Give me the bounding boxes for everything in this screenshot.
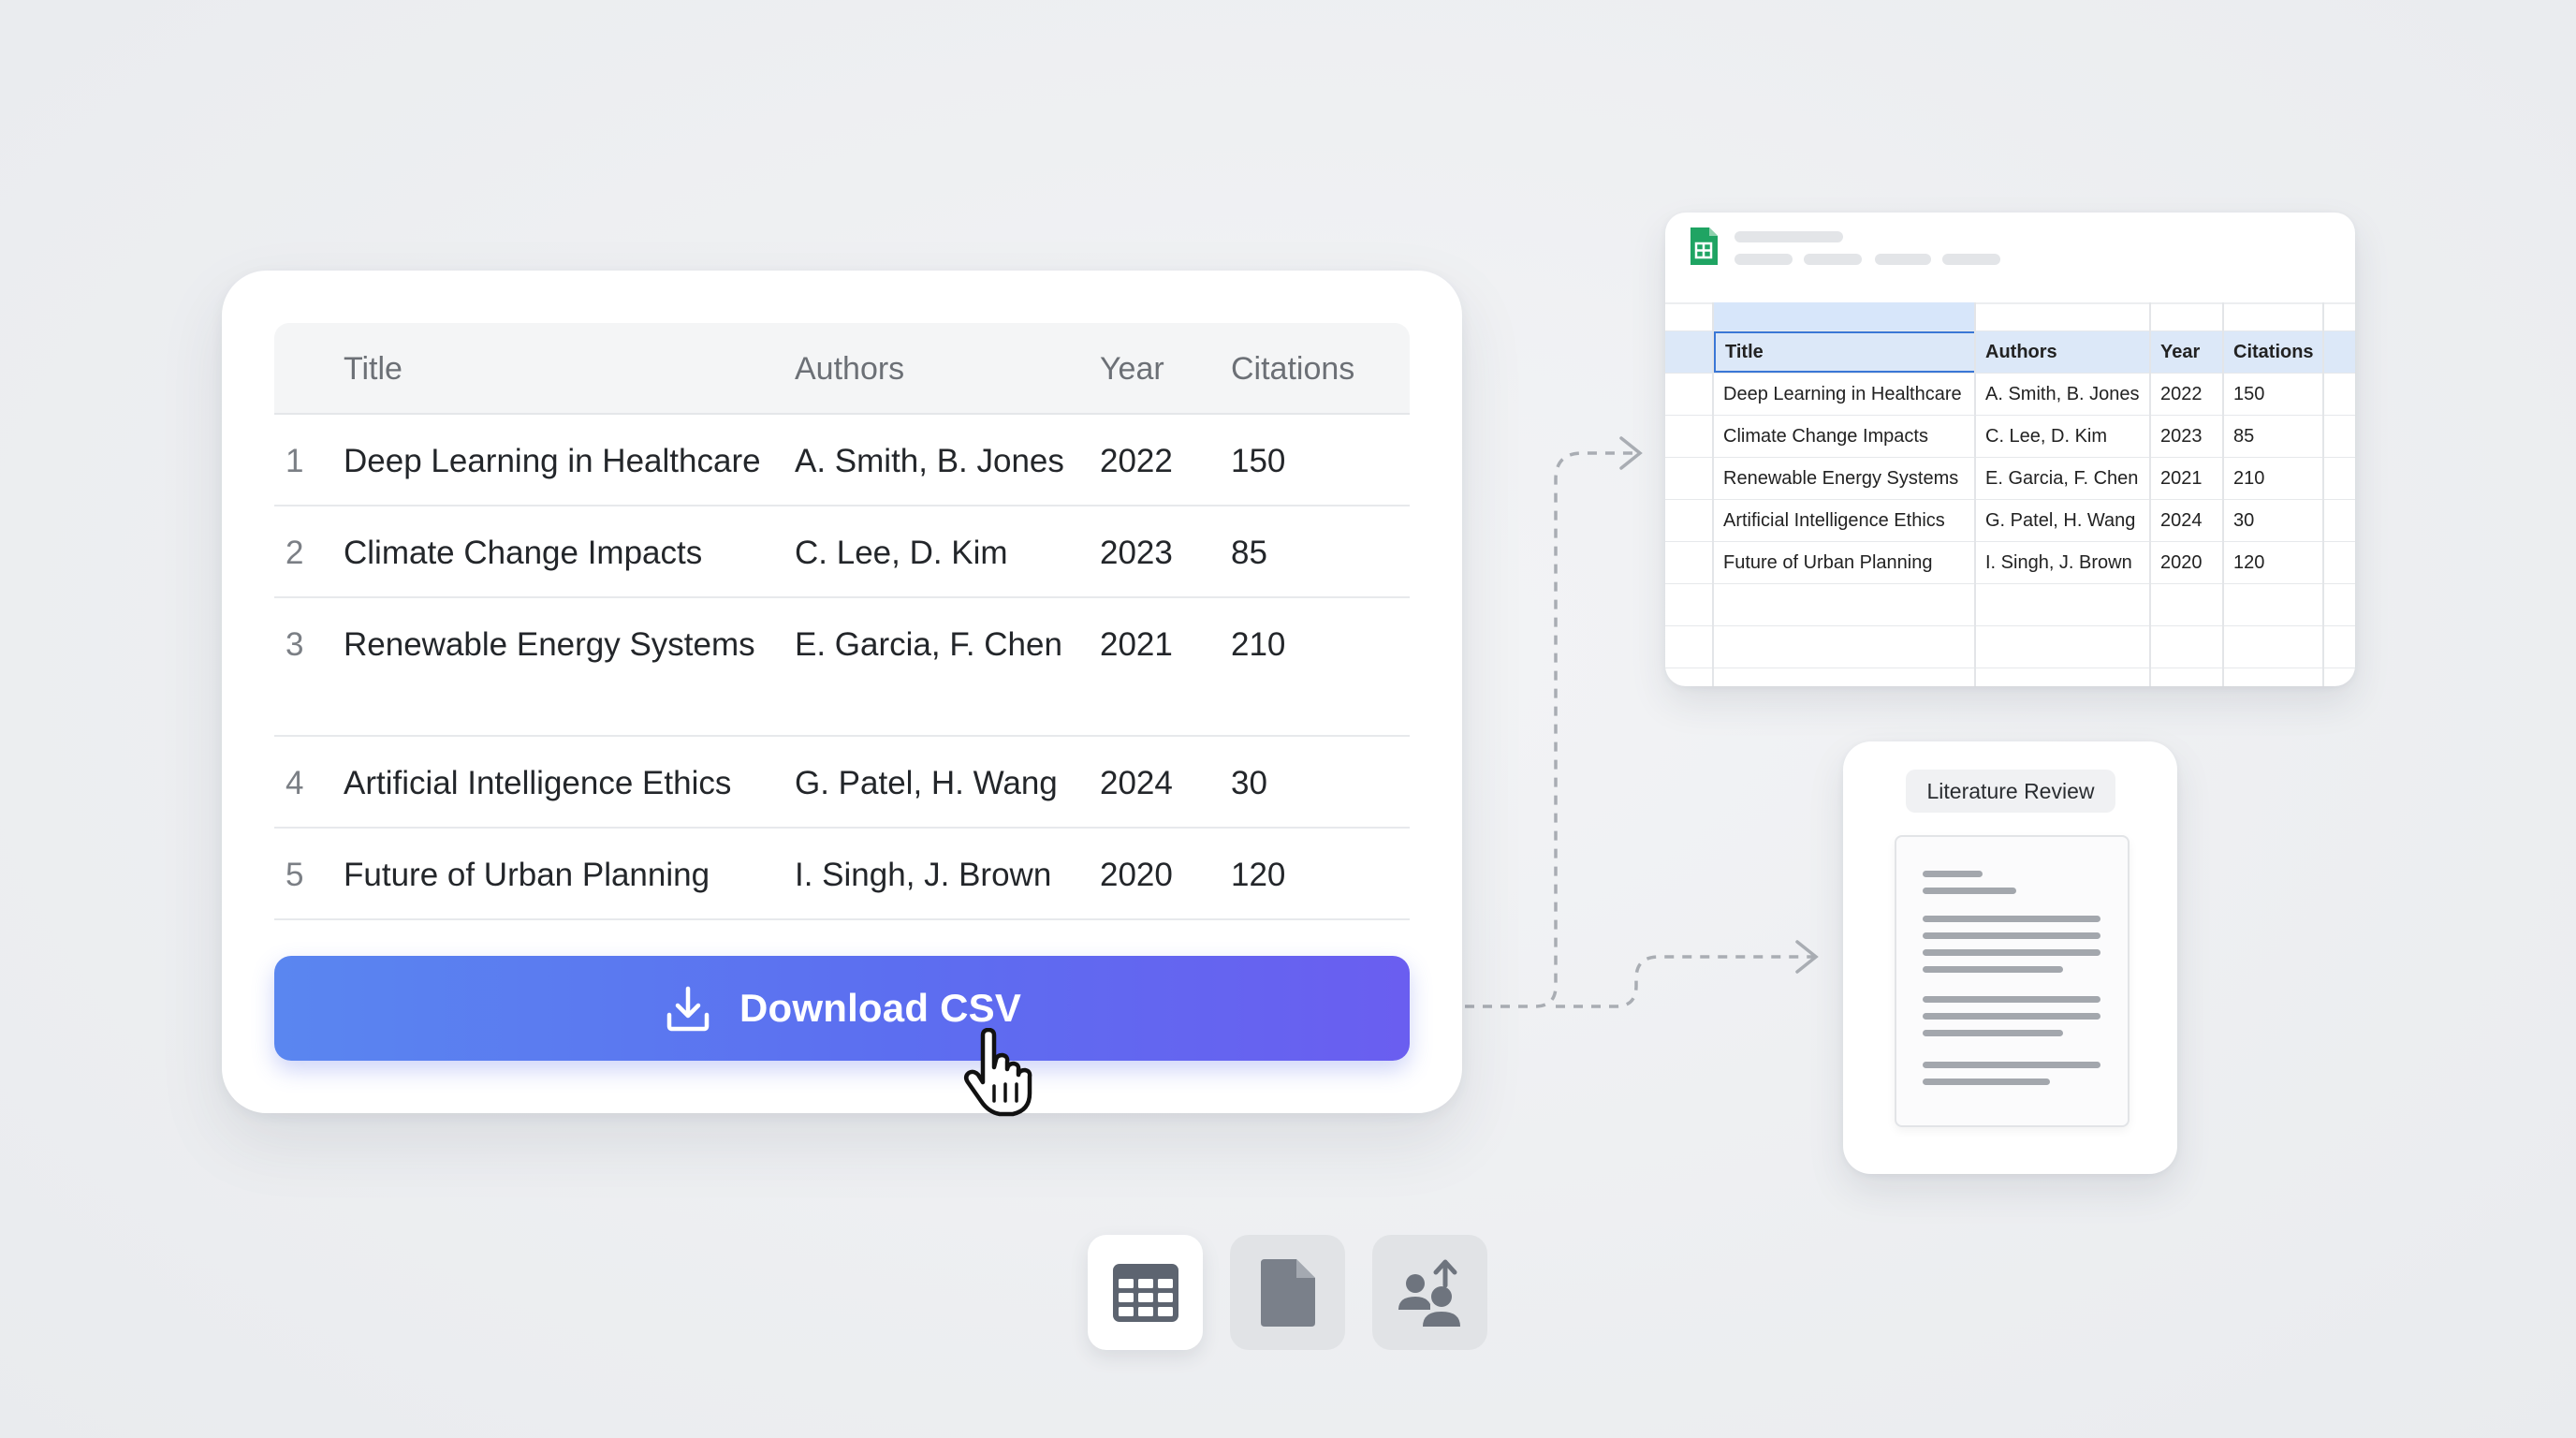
spreadsheet-toolbar [1665, 213, 2355, 304]
spreadsheet-row[interactable] [1665, 584, 2355, 626]
sheet-cell-title[interactable]: Climate Change Impacts [1714, 416, 1928, 457]
download-csv-button[interactable]: Download CSV [274, 956, 1410, 1061]
sheet-cell-title-header[interactable]: Title [1714, 331, 1976, 373]
sheet-cell-authors[interactable]: E. Garcia, F. Chen [1976, 458, 2138, 499]
papers-table-card: Title Authors Year Citations 1 Deep Lear… [222, 271, 1462, 1113]
sheet-cell-citations[interactable]: 210 [2224, 458, 2264, 499]
spreadsheet-row[interactable]: Renewable Energy Systems E. Garcia, F. C… [1665, 458, 2355, 500]
cell-authors: E. Garcia, F. Chen [795, 626, 1062, 663]
table-icon [1112, 1263, 1178, 1322]
sheet-cell-authors[interactable]: C. Lee, D. Kim [1976, 416, 2107, 457]
cell-authors: G. Patel, H. Wang [795, 765, 1058, 801]
table-view-button[interactable] [1088, 1235, 1203, 1350]
literature-review-title: Literature Review [1906, 770, 2115, 813]
sheet-cell-year[interactable]: 2020 [2151, 542, 2203, 583]
cell-citations: 30 [1231, 765, 1267, 801]
spreadsheet-row[interactable]: Future of Urban Planning I. Singh, J. Br… [1665, 542, 2355, 584]
sheet-cell-title[interactable]: Future of Urban Planning [1714, 542, 1932, 583]
spreadsheet-row[interactable] [1665, 626, 2355, 668]
file-icon [1260, 1258, 1315, 1327]
share-button[interactable] [1372, 1235, 1487, 1350]
document-icon [1895, 835, 2130, 1127]
sheet-cell-year[interactable]: 2023 [2151, 416, 2203, 457]
cell-authors: C. Lee, D. Kim [795, 535, 1008, 571]
cell-title: Climate Change Impacts [344, 535, 703, 571]
header-citations[interactable]: Citations [1231, 351, 1354, 388]
spreadsheet-header-row: Title Authors Year Citations [1665, 331, 2355, 374]
sheet-cell-citations[interactable]: 150 [2224, 374, 2264, 415]
spreadsheet-preview[interactable]: Title Authors Year Citations Deep Learni… [1665, 213, 2355, 686]
hand-cursor-icon [964, 1028, 1032, 1117]
sheet-cell-year[interactable]: 2022 [2151, 374, 2203, 415]
spreadsheet-row[interactable]: Deep Learning in Healthcare A. Smith, B.… [1665, 374, 2355, 416]
table-row[interactable]: 5 Future of Urban Planning I. Singh, J. … [274, 829, 1410, 920]
sheet-cell-year[interactable]: 2021 [2151, 458, 2203, 499]
row-number: 2 [285, 535, 304, 571]
table-header: Title Authors Year Citations [274, 323, 1410, 415]
sheet-cell-authors[interactable]: I. Singh, J. Brown [1976, 542, 2132, 583]
sheet-cell-year-header[interactable]: Year [2151, 331, 2200, 373]
header-year[interactable]: Year [1100, 351, 1164, 388]
table-row[interactable]: 4 Artificial Intelligence Ethics G. Pate… [274, 737, 1410, 829]
spreadsheet-row[interactable]: Climate Change Impacts C. Lee, D. Kim 20… [1665, 416, 2355, 458]
row-number: 1 [285, 443, 304, 479]
sheet-cell-citations[interactable]: 120 [2224, 542, 2264, 583]
cell-year: 2020 [1100, 857, 1173, 893]
cell-title: Future of Urban Planning [344, 857, 710, 893]
sheet-cell-authors[interactable]: A. Smith, B. Jones [1976, 374, 2140, 415]
cell-authors: A. Smith, B. Jones [795, 443, 1064, 479]
cell-citations: 210 [1231, 626, 1286, 663]
sheet-cell-citations[interactable]: 30 [2224, 500, 2254, 541]
sheet-cell-citations[interactable]: 85 [2224, 416, 2254, 457]
header-title[interactable]: Title [344, 351, 402, 388]
row-number: 4 [285, 765, 304, 801]
literature-review-card[interactable]: Literature Review [1843, 741, 2177, 1174]
table-row[interactable]: 1 Deep Learning in Healthcare A. Smith, … [274, 415, 1410, 506]
sheet-cell-year[interactable]: 2024 [2151, 500, 2203, 541]
sheet-cell-title[interactable]: Artificial Intelligence Ethics [1714, 500, 1945, 541]
share-user-icon [1398, 1259, 1460, 1327]
cell-citations: 120 [1231, 857, 1286, 893]
cell-citations: 85 [1231, 535, 1267, 571]
sheet-cell-title[interactable]: Deep Learning in Healthcare [1714, 374, 1962, 415]
document-view-button[interactable] [1230, 1235, 1345, 1350]
sheet-cell-citations-header[interactable]: Citations [2224, 331, 2314, 373]
sheet-cell-authors-header[interactable]: Authors [1976, 331, 2057, 373]
row-number: 3 [285, 626, 304, 663]
spreadsheet-row[interactable]: Artificial Intelligence Ethics G. Patel,… [1665, 500, 2355, 542]
papers-table: Title Authors Year Citations 1 Deep Lear… [274, 323, 1410, 920]
cell-year: 2023 [1100, 535, 1173, 571]
download-icon [666, 986, 710, 1032]
cell-title: Deep Learning in Healthcare [344, 443, 761, 479]
spreadsheet-grid: Title Authors Year Citations Deep Learni… [1665, 302, 2355, 668]
sheets-icon [1690, 227, 1718, 265]
sheet-cell-title[interactable]: Renewable Energy Systems [1714, 458, 1958, 499]
header-authors[interactable]: Authors [795, 351, 904, 388]
cell-year: 2021 [1100, 626, 1173, 663]
cell-year: 2022 [1100, 443, 1173, 479]
cell-title: Renewable Energy Systems [344, 626, 755, 663]
cell-year: 2024 [1100, 765, 1173, 801]
table-row[interactable]: 3 Renewable Energy Systems E. Garcia, F.… [274, 598, 1410, 737]
sheet-cell-authors[interactable]: G. Patel, H. Wang [1976, 500, 2135, 541]
cell-title: Artificial Intelligence Ethics [344, 765, 732, 801]
row-number: 5 [285, 857, 304, 893]
cell-citations: 150 [1231, 443, 1286, 479]
table-row[interactable]: 2 Climate Change Impacts C. Lee, D. Kim … [274, 506, 1410, 598]
download-button-label: Download CSV [739, 986, 1022, 1030]
cell-authors: I. Singh, J. Brown [795, 857, 1052, 893]
